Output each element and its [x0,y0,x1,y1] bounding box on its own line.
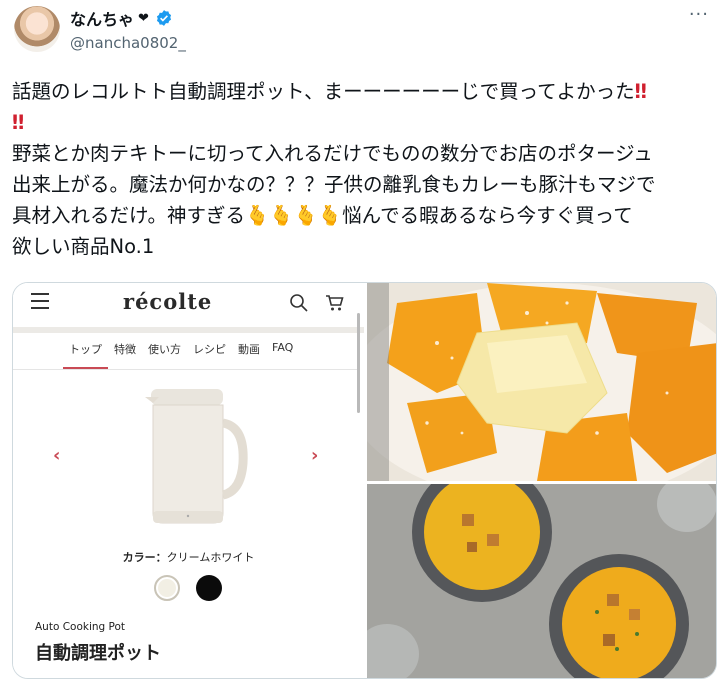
color-label-value: クリームホワイト [166,551,255,564]
avatar[interactable] [14,6,60,52]
color-swatch-black[interactable] [196,575,222,601]
site-header: récolte [13,283,364,327]
color-label: カラー：クリームホワイト [13,549,364,565]
media-image-pumpkin[interactable] [367,283,716,481]
search-icon[interactable] [289,293,309,313]
color-label-key: カラー： [122,551,167,564]
cart-icon[interactable] [325,293,345,313]
product-site-screenshot: récolte トップ 特徴 使い方 レシピ 動画 FAQ ‹ › カラー：クリ… [13,283,364,678]
verified-badge-icon [156,10,171,26]
tweet-line-5b: 悩んでる暇あるなら今すぐ買って [342,204,633,227]
author-handle[interactable]: @nancha0802_ [70,34,186,52]
tab-videos[interactable]: 動画 [232,333,266,369]
tweet-line-4: 出来上がる。魔法か何かなの？？？子供の離乳食もカレーも豚汁もマジで [12,173,656,196]
pumpkin-soup-photo [367,484,716,678]
product-pot-image [145,389,248,524]
tweet-line-1: 話題のレコルトト自動調理ポット、まーーーーーーじで買ってよかった [12,80,635,103]
display-name[interactable]: なんちゃ [70,6,134,30]
author-name[interactable]: なんちゃ ❤ [70,6,173,30]
double-exclamation-icon: ‼ [634,80,647,103]
tab-recipes[interactable]: レシピ [187,333,232,369]
pinch-hand-emoji-icon: 🫰🫰🫰🫰 [245,204,343,227]
product-name-en: Auto Cooking Pot [35,621,126,633]
tab-features[interactable]: 特徴 [108,333,142,369]
site-nav: トップ 特徴 使い方 レシピ 動画 FAQ [63,333,299,369]
carousel-prev-arrow[interactable]: ‹ [53,445,60,466]
tab-faq[interactable]: FAQ [266,333,299,369]
media-image-soup[interactable] [367,484,716,678]
heart-icon: ❤ [138,10,149,26]
tweet-text: 話題のレコルトト自動調理ポット、まーーーーーーじで買ってよかった‼ ‼ 野菜とか… [12,76,712,262]
pumpkin-butter-photo [367,283,716,481]
site-logo: récolte [123,289,213,314]
double-exclamation-icon: ‼ [12,111,24,134]
hamburger-menu-icon[interactable] [31,293,49,309]
nav-divider [13,369,358,370]
tab-top[interactable]: トップ [63,333,108,369]
tweet-line-5a: 具材入れるだけ。神すぎる [12,204,246,227]
color-swatch-cream[interactable] [154,575,180,601]
carousel-next-arrow[interactable]: › [311,445,318,466]
more-dots-icon[interactable]: ··· [689,4,709,25]
media-image-product-site[interactable]: récolte トップ 特徴 使い方 レシピ 動画 FAQ ‹ › カラー：クリ… [13,283,364,678]
scrollbar[interactable] [357,313,360,413]
tweet-line-6: 欲しい商品No.1 [12,235,155,258]
media-grid: récolte トップ 特徴 使い方 レシピ 動画 FAQ ‹ › カラー：クリ… [12,282,717,679]
product-name-jp: 自動調理ポット [35,643,161,664]
tweet-line-3: 野菜とか肉テキトーに切って入れるだけでものの数分でお店のポタージュ [12,142,653,165]
tab-usage[interactable]: 使い方 [142,333,187,369]
